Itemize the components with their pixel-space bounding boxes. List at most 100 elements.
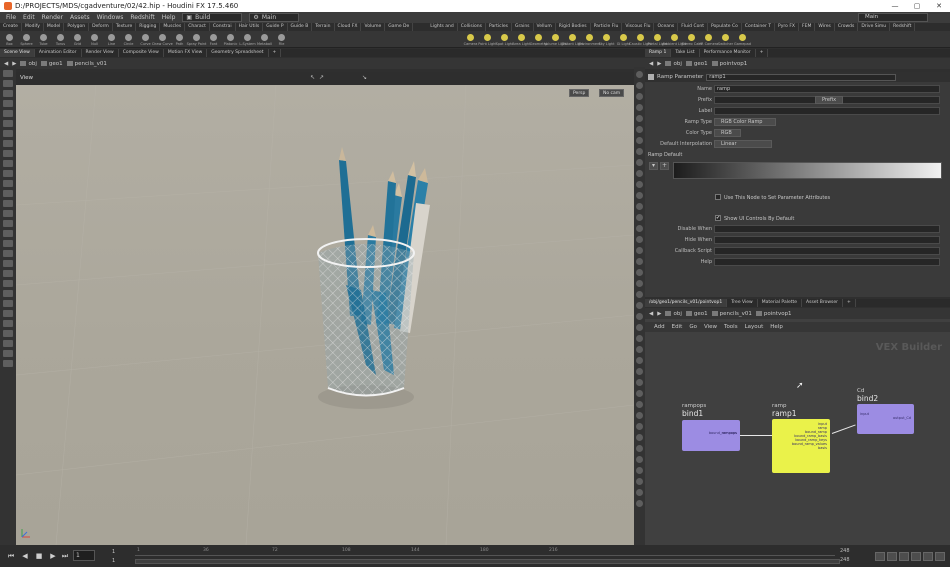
net-menu-help[interactable]: Help: [770, 324, 783, 330]
display-option-icon[interactable]: [636, 214, 643, 221]
display-option-icon[interactable]: [636, 192, 643, 199]
display-option-icon[interactable]: [636, 82, 643, 89]
viewport-tool-icon[interactable]: [3, 140, 13, 147]
viewport-3d[interactable]: Persp No cam: [16, 85, 634, 545]
shelf-tab-right-12[interactable]: Pyro FX: [775, 23, 800, 31]
display-option-icon[interactable]: [636, 181, 643, 188]
crumb-pointvop1[interactable]: pointvop1: [755, 311, 792, 317]
display-option-icon[interactable]: [636, 335, 643, 342]
shelf-tool-6[interactable]: Line: [104, 31, 119, 48]
range-start-bottom[interactable]: 1: [112, 558, 115, 564]
disable-when-field[interactable]: [714, 225, 940, 233]
menu-file[interactable]: File: [6, 14, 16, 21]
viewport-tool-icon[interactable]: [3, 160, 13, 167]
jump-start-button[interactable]: ⏮: [6, 552, 16, 561]
menu-windows[interactable]: Windows: [97, 14, 124, 21]
param-tab-1[interactable]: Take List: [671, 49, 700, 57]
shelf-tab-13[interactable]: Terrain: [312, 23, 335, 31]
viewport-tool-icon[interactable]: [3, 210, 13, 217]
viewport-tool-icon[interactable]: [3, 100, 13, 107]
shelf-light-tool-8[interactable]: Sky Light: [598, 31, 615, 48]
shelf-tab-3[interactable]: Polygon: [64, 23, 90, 31]
color-type-dropdown[interactable]: RGB: [714, 129, 741, 137]
shelf-tab-right-2[interactable]: Particles: [486, 23, 512, 31]
display-option-icon[interactable]: [636, 346, 643, 353]
crumb-pointvop1[interactable]: pointvop1: [711, 61, 747, 67]
shelf-tool-9[interactable]: Draw Curve: [152, 31, 173, 48]
range-slider[interactable]: [135, 559, 840, 564]
node-bind2[interactable]: Cd bind2 input output_Cd: [857, 388, 914, 434]
shelf-tab-right-11[interactable]: Container T: [742, 23, 776, 31]
display-option-icon[interactable]: [636, 225, 643, 232]
display-option-icon[interactable]: [636, 357, 643, 364]
shelf-tab-right-3[interactable]: Grains: [512, 23, 534, 31]
prefix-button[interactable]: Prefix: [815, 96, 844, 104]
current-frame-field[interactable]: 1: [73, 550, 95, 561]
shelf-light-tool-2[interactable]: Spot Light: [496, 31, 513, 48]
forward-arrow-icon[interactable]: ▶: [657, 311, 661, 317]
display-option-icon[interactable]: [636, 434, 643, 441]
display-option-icon[interactable]: [636, 269, 643, 276]
hide-when-field[interactable]: [714, 236, 940, 244]
display-option-icon[interactable]: [636, 489, 643, 496]
display-option-icon[interactable]: [636, 247, 643, 254]
shelf-light-tool-13[interactable]: Stereo Cam: [681, 31, 702, 48]
viewport-tool-icon[interactable]: [3, 240, 13, 247]
viewport-tool-icon[interactable]: [3, 330, 13, 337]
shelf-tab-10[interactable]: Hair Utils: [236, 23, 264, 31]
menu-assets[interactable]: Assets: [70, 14, 90, 21]
shelf-light-tool-1[interactable]: Point Light: [478, 31, 497, 48]
shelf-set-dropdown[interactable]: ⚙ Main: [249, 13, 300, 22]
viewport-tool-icon[interactable]: [3, 180, 13, 187]
viewport-tool-icon[interactable]: [3, 220, 13, 227]
help-field[interactable]: [714, 258, 940, 266]
shelf-tab-right-6[interactable]: Particle Flu: [591, 23, 623, 31]
shelf-light-tool-7[interactable]: Environment: [578, 31, 601, 48]
display-option-icon[interactable]: [636, 170, 643, 177]
ramp-type-dropdown[interactable]: RGB Color Ramp: [714, 118, 776, 126]
display-option-icon[interactable]: [636, 390, 643, 397]
viewport-tool-icon[interactable]: [3, 260, 13, 267]
ramp-menu-button[interactable]: ▾: [649, 162, 658, 170]
shelf-tool-5[interactable]: Null: [87, 31, 102, 48]
forward-arrow-icon[interactable]: ▶: [657, 61, 661, 67]
crumb-pencils[interactable]: pencils_v01: [66, 61, 107, 67]
shelf-tab-12[interactable]: Guide B: [288, 23, 313, 31]
range-start[interactable]: 1: [112, 549, 115, 555]
ramp-add-button[interactable]: +: [660, 162, 669, 170]
net-menu-go[interactable]: Go: [689, 324, 697, 330]
display-option-icon[interactable]: [636, 500, 643, 507]
shelf-tab-right-14[interactable]: Wires: [815, 23, 835, 31]
menu-edit[interactable]: Edit: [23, 14, 35, 21]
shelf-tool-16[interactable]: File: [274, 31, 289, 48]
viewport-tool-icon[interactable]: [3, 80, 13, 87]
viewport-tool-icon[interactable]: [3, 360, 13, 367]
shelf-tab-right-0[interactable]: Lights and: [427, 23, 458, 31]
display-option-icon[interactable]: [636, 126, 643, 133]
display-option-icon[interactable]: [636, 368, 643, 375]
viewport-tool-icon[interactable]: [3, 280, 13, 287]
node-ramp1[interactable]: ramp ramp1 input ramp bound_ramp bound_r…: [772, 403, 830, 473]
viewport-tool-icon[interactable]: [3, 290, 13, 297]
shelf-light-tool-12[interactable]: Ambient Light: [662, 31, 687, 48]
display-option-icon[interactable]: [636, 456, 643, 463]
show-ui-checkbox[interactable]: ✔: [715, 215, 721, 221]
shelf-light-tool-16[interactable]: Gamepad: [734, 31, 751, 48]
shelf-tool-13[interactable]: Platonic: [223, 31, 238, 48]
param-tab-0[interactable]: Ramp 1: [645, 49, 672, 57]
shelf-tab-16[interactable]: Game De: [385, 23, 414, 31]
shelf-tab-2[interactable]: Model: [44, 23, 65, 31]
shelf-tab-right-9[interactable]: Fluid Cont: [678, 23, 708, 31]
interpolation-dropdown[interactable]: Linear: [714, 140, 772, 148]
shelf-tab-right-15[interactable]: Crowds: [835, 23, 859, 31]
shelf-tool-2[interactable]: Tube: [36, 31, 51, 48]
use-node-checkbox[interactable]: [715, 194, 721, 200]
crumb-geo1[interactable]: geo1: [40, 61, 63, 67]
display-option-icon[interactable]: [636, 148, 643, 155]
net-menu-add[interactable]: Add: [654, 324, 665, 330]
callback-field[interactable]: [714, 247, 940, 255]
jump-end-button[interactable]: ⏭: [60, 552, 70, 561]
frame-ruler[interactable]: 1 36 72 108 144 180 216: [135, 548, 835, 556]
display-option-icon[interactable]: [636, 280, 643, 287]
audio-icon[interactable]: [887, 552, 897, 561]
